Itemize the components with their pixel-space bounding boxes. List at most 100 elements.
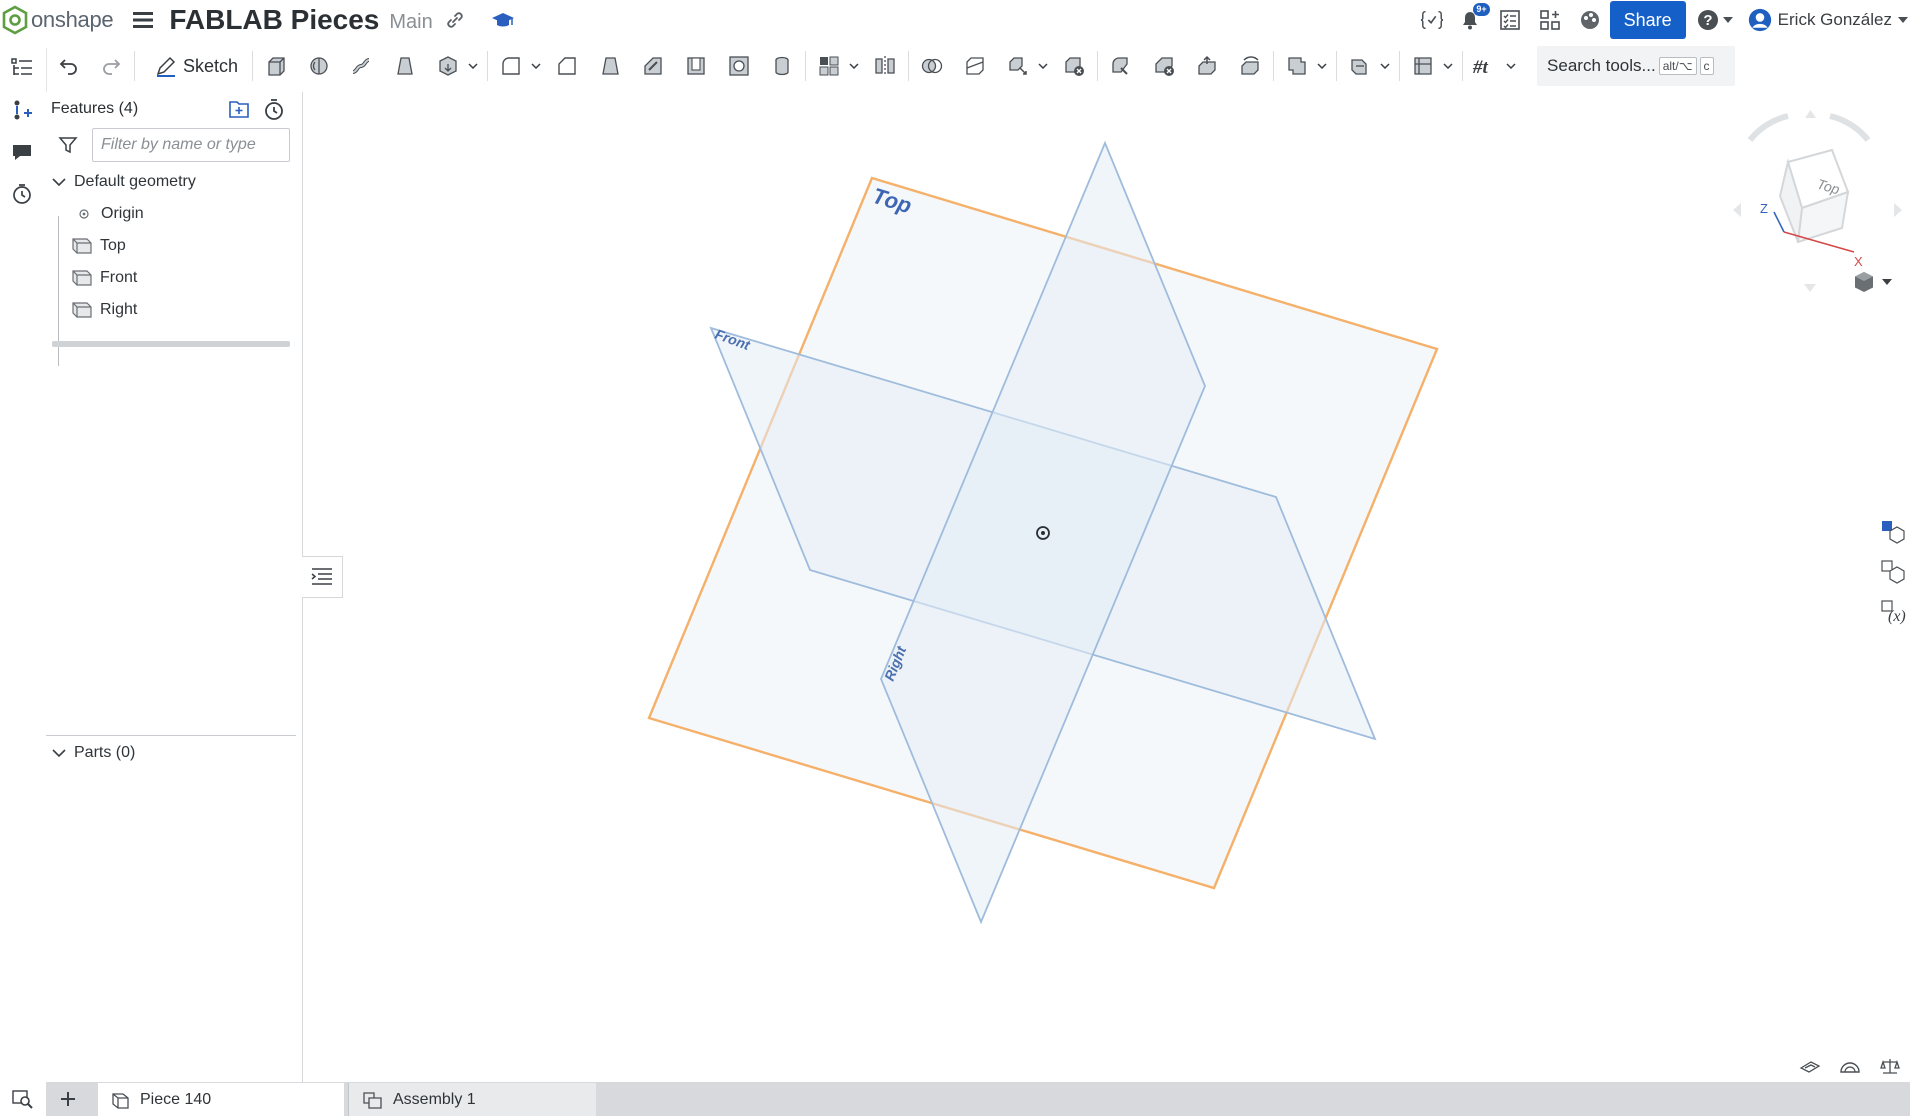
svg-text:#t: #t <box>1472 57 1489 78</box>
onshape-logo[interactable]: onshape <box>2 5 114 35</box>
top-right-controls: 9+ Share ? Erick González <box>1420 0 1910 40</box>
menu-icon[interactable] <box>131 8 155 32</box>
tree-item-front[interactable]: Front <box>46 262 302 294</box>
notifications-icon[interactable]: 9+ <box>1458 3 1490 32</box>
undo-icon[interactable] <box>52 49 86 83</box>
draft-icon[interactable] <box>593 49 627 83</box>
sweep-icon[interactable] <box>345 49 379 83</box>
rotate-down-arrow[interactable] <box>1804 284 1816 292</box>
redo-icon[interactable] <box>94 49 128 83</box>
chamfer-icon[interactable] <box>550 49 584 83</box>
document-title[interactable]: FABLAB Pieces <box>169 4 379 36</box>
chevron-down-icon[interactable] <box>1882 279 1892 285</box>
rotate-right-arrow-small[interactable] <box>1894 203 1902 217</box>
chevron-down-icon[interactable] <box>1314 49 1330 83</box>
delete-face-icon[interactable] <box>1147 49 1181 83</box>
frame-icon[interactable] <box>1406 49 1440 83</box>
tree-item-right[interactable]: Right <box>46 294 302 326</box>
default-geometry-group[interactable]: Default geometry <box>46 166 302 198</box>
chevron-down-icon[interactable] <box>528 49 544 83</box>
tree-item-origin[interactable]: Origin <box>46 198 302 230</box>
move-face-icon[interactable] <box>1190 49 1224 83</box>
search-tabs-button[interactable] <box>0 1082 46 1116</box>
boolean-icon[interactable] <box>915 49 949 83</box>
appearance-panel-icon[interactable] <box>1876 512 1910 552</box>
revolve-icon[interactable] <box>302 49 336 83</box>
chevron-down-icon[interactable] <box>1035 49 1051 83</box>
chevron-down-icon[interactable] <box>465 49 481 83</box>
education-icon[interactable] <box>491 8 515 32</box>
link-icon[interactable] <box>443 8 467 32</box>
user-chevron-down-icon[interactable] <box>1896 8 1910 32</box>
toolbar-divider <box>908 51 910 81</box>
add-tab-button[interactable] <box>46 1082 90 1116</box>
chevron-down-icon[interactable] <box>52 177 66 187</box>
help-icon[interactable]: ? <box>1696 8 1720 32</box>
modify-fillet-icon[interactable] <box>1104 49 1138 83</box>
graphics-viewport[interactable]: Top Front Right Top X Z <box>304 92 1910 1082</box>
comments-icon[interactable] <box>2 132 42 172</box>
split-icon[interactable] <box>958 49 992 83</box>
tree-item-top[interactable]: Top <box>46 230 302 262</box>
task-list-icon[interactable] <box>1498 8 1522 32</box>
cylinder-icon[interactable] <box>765 49 799 83</box>
toolbar-divider <box>1097 51 1099 81</box>
feature-list-icon[interactable] <box>2 48 42 88</box>
chevron-down-icon[interactable] <box>1503 49 1519 83</box>
search-tools-button[interactable]: Search tools... alt/⌥ c <box>1537 46 1736 86</box>
view-options-button[interactable] <box>1852 270 1892 294</box>
rib-icon[interactable] <box>636 49 670 83</box>
sketch-button[interactable]: Sketch <box>147 49 246 83</box>
svg-text:(x): (x) <box>1888 608 1906 625</box>
delete-part-icon[interactable] <box>1057 49 1091 83</box>
chevron-down-icon[interactable] <box>52 748 66 758</box>
sheet-metal-icon[interactable] <box>1343 49 1377 83</box>
hole-icon[interactable] <box>722 49 756 83</box>
rotate-right-arrow[interactable] <box>1829 113 1871 142</box>
tab-label: Piece 140 <box>140 1090 212 1108</box>
chevron-down-icon[interactable] <box>1377 49 1393 83</box>
mate-connector-icon[interactable] <box>2 90 42 130</box>
transform-icon[interactable] <box>1001 49 1035 83</box>
view-cube-body[interactable]: Top <box>1778 148 1850 244</box>
parts-divider[interactable] <box>46 735 296 736</box>
help-chevron-down-icon[interactable] <box>1720 8 1736 32</box>
rotate-left-arrow[interactable] <box>1747 113 1789 142</box>
tab-assembly-1[interactable]: Assembly 1 <box>348 1083 596 1116</box>
app-store-icon[interactable] <box>1538 8 1562 32</box>
loft-icon[interactable] <box>388 49 422 83</box>
share-button[interactable]: Share <box>1609 1 1686 39</box>
filter-icon[interactable] <box>56 133 80 157</box>
avatar[interactable] <box>1748 8 1772 32</box>
replace-face-icon[interactable] <box>1233 49 1267 83</box>
variables-panel-icon[interactable]: (x) <box>1876 592 1910 632</box>
tab-piece-140[interactable]: Piece 140 <box>98 1083 344 1116</box>
measure-icon[interactable] <box>1830 1052 1870 1080</box>
pattern-icon[interactable] <box>812 49 846 83</box>
mass-properties-icon[interactable] <box>1870 1052 1910 1080</box>
thicken-icon[interactable] <box>431 49 465 83</box>
user-name[interactable]: Erick González <box>1778 10 1892 30</box>
rotate-left-arrow-small[interactable] <box>1733 203 1741 217</box>
variable-icon[interactable]: #t <box>1469 49 1503 83</box>
configurations-panel-icon[interactable] <box>1876 552 1910 592</box>
rotate-up-arrow[interactable] <box>1805 110 1816 118</box>
chevron-down-icon[interactable] <box>846 49 862 83</box>
fillet-icon[interactable] <box>494 49 528 83</box>
add-folder-icon[interactable] <box>228 97 252 121</box>
parts-group[interactable]: Parts (0) <box>46 737 296 769</box>
shell-icon[interactable] <box>679 49 713 83</box>
mirror-icon[interactable] <box>868 49 902 83</box>
extrude-icon[interactable] <box>259 49 293 83</box>
feature-filter-input[interactable] <box>92 128 290 162</box>
feature-list-scrollbar[interactable] <box>52 341 290 347</box>
chevron-down-icon[interactable] <box>1440 49 1456 83</box>
plane-tool-icon[interactable] <box>1280 49 1314 83</box>
section-view-icon[interactable] <box>1790 1052 1830 1080</box>
rollback-timer-icon[interactable] <box>262 97 286 121</box>
featurescript-icon[interactable] <box>1420 8 1444 32</box>
default-planes-canvas[interactable]: Top Front Right <box>304 92 1910 1082</box>
history-icon[interactable] <box>2 174 42 214</box>
appearance-icon[interactable] <box>1578 8 1602 32</box>
branch-name[interactable]: Main <box>389 11 432 34</box>
